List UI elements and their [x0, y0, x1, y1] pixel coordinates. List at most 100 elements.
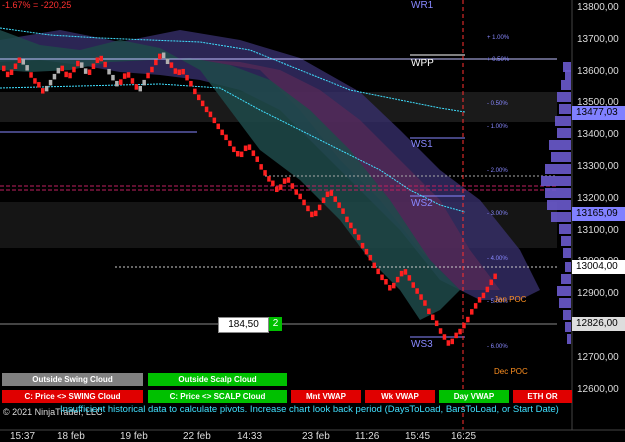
renko-brick — [9, 69, 14, 75]
price-axis-label: 13800,00 — [577, 2, 619, 13]
mnt-vwap-button[interactable]: Mnt VWAP — [291, 390, 361, 403]
ma-price-tag: 13165,09 — [572, 207, 625, 221]
outside-scalp-cloud-button[interactable]: Outside Scalp Cloud — [148, 373, 287, 386]
renko-brick — [442, 334, 447, 340]
pct-label: - 6.00% — [487, 344, 508, 350]
renko-brick — [259, 164, 263, 170]
order-price-box[interactable]: 184,50 — [218, 317, 269, 333]
renko-brick — [208, 111, 213, 118]
outside-swing-cloud-button[interactable]: Outside Swing Cloud — [2, 373, 143, 386]
volume-bar — [561, 80, 571, 90]
day-vwap-button[interactable]: Day VWAP — [439, 390, 509, 403]
volume-bar — [547, 200, 571, 210]
renko-brick — [434, 320, 439, 327]
renko-brick — [255, 156, 259, 162]
renko-brick — [115, 80, 119, 87]
renko-brick — [150, 66, 154, 73]
renko-brick — [360, 242, 365, 249]
pct-label: - 2.00% — [487, 168, 508, 174]
price-axis-label: 13600,00 — [577, 65, 619, 77]
renko-brick — [158, 53, 162, 60]
price-axis-label: 13300,00 — [577, 161, 619, 172]
renko-brick — [126, 72, 131, 78]
renko-brick — [415, 288, 419, 294]
pct-label: + 0.50% — [487, 57, 510, 63]
renko-brick — [25, 65, 29, 71]
renko-brick — [376, 268, 380, 275]
price-axis-label: 13700,00 — [577, 33, 619, 45]
ma-price-tag: 13477,03 — [572, 106, 625, 120]
renko-brick — [91, 63, 96, 69]
renko-brick — [228, 140, 232, 147]
renko-brick — [438, 328, 443, 334]
renko-brick — [329, 190, 334, 196]
renko-brick — [87, 69, 92, 75]
renko-brick — [372, 262, 376, 269]
renko-brick — [122, 73, 127, 79]
wk-vwap-button[interactable]: Wk VWAP — [365, 390, 435, 403]
renko-brick — [37, 82, 41, 88]
pct-label: - 1.00% — [487, 124, 508, 130]
renko-brick — [107, 68, 111, 75]
eth-or-button[interactable]: ETH OR — [513, 390, 572, 403]
volume-bar — [541, 176, 571, 186]
ws1-label: WS1 — [411, 139, 433, 150]
renko-brick — [395, 276, 400, 283]
pct-label: - 0.50% — [487, 101, 508, 107]
renko-brick — [17, 57, 22, 63]
renko-brick — [290, 183, 295, 189]
renko-brick — [333, 196, 337, 202]
renko-brick — [173, 68, 178, 74]
renko-brick — [321, 197, 326, 204]
renko-brick — [33, 78, 37, 84]
renko-brick — [302, 199, 306, 206]
renko-brick — [341, 208, 345, 214]
renko-brick — [306, 205, 310, 212]
price-axis-label: 13100,00 — [577, 224, 619, 236]
renko-brick — [236, 150, 240, 157]
volume-bar — [557, 128, 571, 138]
renko-brick — [349, 222, 353, 229]
renko-brick — [189, 80, 193, 87]
renko-brick — [83, 68, 88, 74]
renko-brick — [243, 145, 248, 152]
renko-brick — [232, 146, 236, 153]
pnl-readout: -1.67% = -220,25 — [2, 0, 72, 10]
renko-brick — [111, 74, 115, 81]
price-axis-label: 12900,00 — [577, 288, 619, 300]
pivot-warning-text: Insufficient historical data to calculat… — [60, 404, 559, 415]
volume-bar — [563, 310, 571, 320]
time-label: 18 feb — [57, 431, 85, 442]
time-label: 15:45 — [405, 431, 431, 442]
wpp-label: WPP — [411, 58, 434, 69]
renko-brick — [325, 191, 330, 198]
renko-brick — [384, 279, 388, 285]
renko-brick — [450, 338, 454, 345]
dec-poc-label: Dec POC — [494, 367, 528, 376]
time-label: 11:26 — [355, 431, 380, 442]
time-label: 16:25 — [451, 431, 477, 442]
renko-brick — [411, 282, 415, 288]
renko-brick — [5, 71, 10, 78]
swing-cloud-button[interactable]: C: Price <> SWING Cloud — [2, 390, 143, 403]
scalp-cloud-button[interactable]: C: Price <> SCALP Cloud — [148, 390, 287, 403]
renko-brick — [392, 282, 396, 289]
order-qty-box[interactable]: 2 — [269, 317, 282, 331]
poc-price-tag: 12826,00 — [572, 317, 625, 331]
renko-brick — [146, 72, 150, 79]
volume-bar — [545, 188, 571, 198]
renko-brick — [52, 73, 57, 80]
renko-brick — [216, 123, 220, 130]
price-axis-label: 13200,00 — [577, 192, 619, 204]
renko-brick — [282, 178, 287, 184]
renko-brick — [247, 144, 252, 150]
renko-brick — [134, 84, 139, 90]
renko-brick — [294, 189, 298, 195]
renko-brick — [481, 292, 486, 299]
renko-brick — [278, 184, 283, 190]
volume-bar — [561, 274, 571, 284]
renko-brick — [169, 62, 174, 68]
renko-brick — [345, 216, 349, 223]
renko-brick — [76, 60, 80, 67]
renko-brick — [271, 180, 275, 187]
